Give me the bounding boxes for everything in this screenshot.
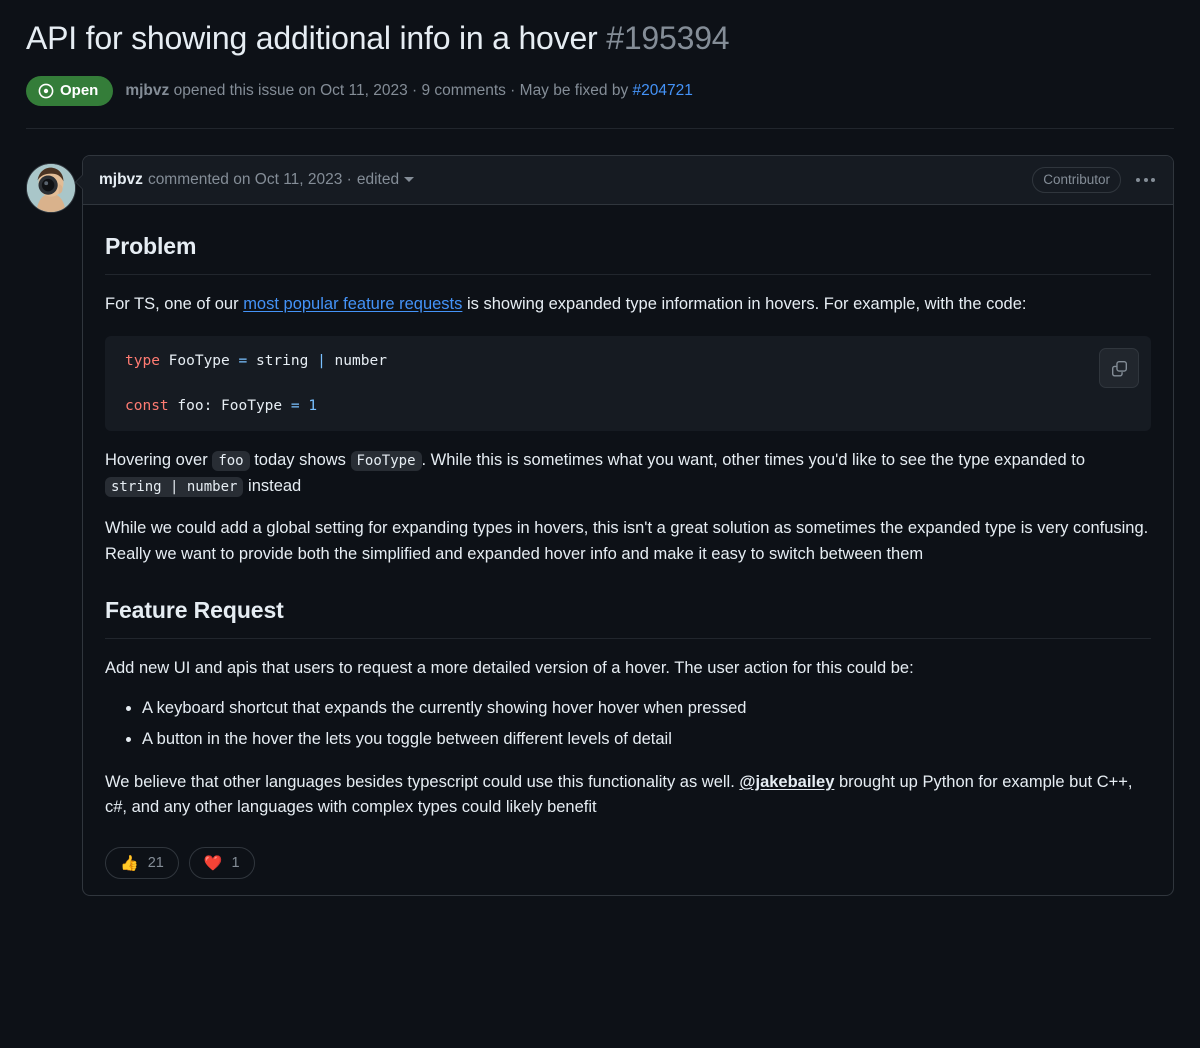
list-item: A button in the hover the lets you toggl… <box>142 727 1151 753</box>
status-badge[interactable]: Open <box>26 75 114 106</box>
issue-author[interactable]: mjbvz <box>125 82 169 99</box>
p2-c: . While this is sometimes what you want,… <box>421 451 1085 470</box>
comment-header-actions: Contributor <box>1032 166 1157 194</box>
reaction-thumbs-up[interactable]: 👍 21 <box>105 846 179 880</box>
inline-code-foo: foo <box>212 451 250 472</box>
list-item: A keyboard shortcut that expands the cur… <box>142 696 1151 722</box>
comment-author[interactable]: mjbvz <box>99 171 143 189</box>
heart-icon: ❤️ <box>203 854 223 872</box>
p2-d: instead <box>243 476 302 495</box>
p5-a: We believe that other languages besides … <box>105 772 740 791</box>
edited-label: edited <box>356 170 400 188</box>
comment-header: mjbvz commented on Oct 11, 2023 · edited… <box>83 155 1173 205</box>
avatar-wrap <box>26 155 82 213</box>
comment-box: mjbvz commented on Oct 11, 2023 · edited… <box>75 154 1174 897</box>
reaction-count: 1 <box>231 854 240 871</box>
comment-body: Problem For TS, one of our most popular … <box>83 205 1173 895</box>
p1-before: For TS, one of our <box>105 294 244 313</box>
issue-title-text: API for showing additional info in a hov… <box>26 20 598 56</box>
paragraph-other-languages: We believe that other languages besides … <box>105 770 1151 821</box>
heading-feature-request: Feature Request <box>105 593 1151 640</box>
header-divider <box>26 127 1174 129</box>
reaction-count: 21 <box>147 854 164 871</box>
contributor-badge: Contributor <box>1032 166 1121 194</box>
code-block: type FooType = string | number const foo… <box>105 336 1151 432</box>
kebab-horizontal-icon[interactable] <box>1134 174 1157 186</box>
inline-code-footype: FooType <box>350 451 422 472</box>
thumbs-up-icon: 👍 <box>120 854 139 872</box>
linked-pr-link[interactable]: #204721 <box>633 82 693 99</box>
paragraph-problem-intro: For TS, one of our most popular feature … <box>105 292 1151 318</box>
page-title: API for showing additional info in a hov… <box>26 18 1174 59</box>
feature-bullet-list: A keyboard shortcut that expands the cur… <box>105 696 1151 753</box>
issue-meta-text: mjbvz opened this issue on Oct 11, 2023 … <box>125 82 693 100</box>
comment-timestamp: commented on Oct 11, 2023 · <box>147 170 352 188</box>
copy-icon[interactable] <box>1099 348 1139 389</box>
paragraph-hovering: Hovering over foo today shows FooType. W… <box>105 448 1151 499</box>
chevron-down-icon <box>404 177 415 183</box>
paragraph-feature-intro: Add new UI and apis that users to reques… <box>105 659 914 678</box>
status-badge-label: Open <box>60 82 99 100</box>
feature-requests-link[interactable]: most popular feature requests <box>243 295 462 313</box>
edited-dropdown[interactable]: edited <box>356 170 415 189</box>
p2-a: Hovering over <box>105 451 213 470</box>
code-line-1: type FooType = string | number <box>125 353 387 370</box>
comment-header-meta: mjbvz commented on Oct 11, 2023 · edited <box>99 171 1032 189</box>
reaction-heart[interactable]: ❤️ 1 <box>188 846 255 880</box>
issue-opened-icon <box>38 83 54 99</box>
inline-code-union: string | number <box>105 476 244 497</box>
reactions-bar: 👍 21 ❤️ 1 <box>105 846 1151 880</box>
heading-problem: Problem <box>105 229 1151 275</box>
comment-area: mjbvz commented on Oct 11, 2023 · edited… <box>26 154 1174 897</box>
paragraph-global-setting: While we could add a global setting for … <box>105 519 1149 563</box>
p1-after: is showing expanded type information in … <box>462 294 1027 313</box>
issue-number: #195394 <box>606 20 730 56</box>
p2-b: today shows <box>249 451 351 470</box>
issue-header: API for showing additional info in a hov… <box>0 0 1200 106</box>
code-line-2: const foo: FooType = 1 <box>125 397 318 414</box>
issue-meta-detail: opened this issue on Oct 11, 2023 · 9 co… <box>169 81 633 99</box>
avatar[interactable] <box>26 162 76 213</box>
issue-meta-row: Open mjbvz opened this issue on Oct 11, … <box>26 75 1174 106</box>
user-mention-link[interactable]: @jakebailey <box>739 773 834 791</box>
